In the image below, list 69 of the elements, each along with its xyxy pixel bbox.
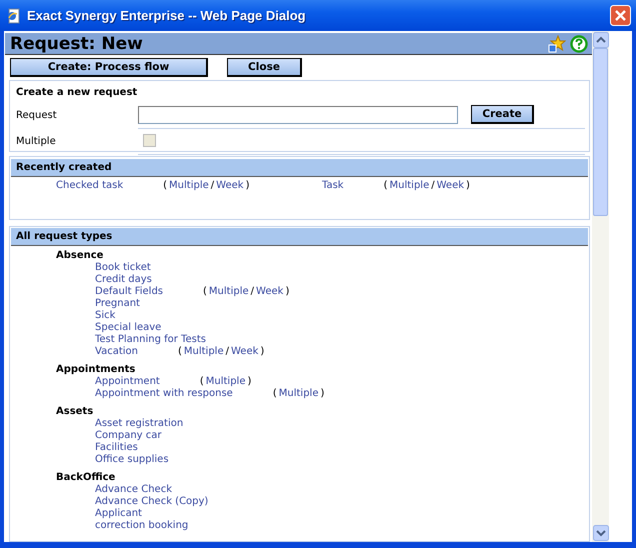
field-label: Multiple [15, 136, 57, 146]
punctuation: ) [247, 376, 252, 388]
scroll-down-icon[interactable] [592, 525, 608, 541]
star-icon[interactable] [548, 34, 566, 52]
help-icon[interactable] [570, 34, 588, 52]
option-link[interactable]: Multiple [278, 388, 318, 400]
create-button[interactable]: Create [471, 105, 534, 124]
option-link[interactable]: Multiple [390, 180, 430, 191]
request-type-link[interactable]: Company car [95, 430, 162, 442]
punctuation: ) [285, 286, 290, 298]
option-link[interactable]: Week [436, 180, 464, 191]
section-heading: Create a new request [15, 86, 138, 100]
request-field[interactable] [138, 106, 458, 124]
punctuation: ( [203, 286, 207, 298]
punctuation: ( [384, 180, 388, 191]
punctuation: ) [260, 346, 264, 358]
scroll-thumb[interactable] [593, 48, 608, 216]
page-title: Request: New [10, 34, 144, 54]
request-type-link[interactable]: Pregnant [95, 298, 140, 310]
option-link[interactable]: Week [256, 286, 284, 298]
punctuation: ( [272, 388, 277, 400]
request-type-link[interactable]: Default Fields [95, 286, 164, 298]
punctuation: ) [320, 388, 324, 400]
option-link[interactable]: Week [216, 180, 244, 191]
request-type-link[interactable]: Applicant [95, 508, 142, 520]
request-type-link[interactable]: Advance Check [95, 484, 172, 496]
punctuation: / [210, 180, 214, 191]
punctuation: ( [200, 376, 204, 388]
scrollbar[interactable] [592, 31, 609, 542]
group-heading: BackOffice [56, 472, 116, 484]
punctuation: ( [163, 180, 168, 191]
toolbar-button[interactable]: Create: Process flow [10, 58, 208, 77]
punctuation: ) [246, 180, 250, 191]
request-type-link[interactable]: Advance Check (Copy) [95, 496, 208, 508]
request-type-link[interactable]: Special leave [95, 322, 162, 334]
section-header: Recently created [11, 159, 588, 177]
group-heading: Assets [56, 406, 94, 418]
scroll-up-icon[interactable] [592, 32, 608, 48]
request-type-link[interactable]: correction booking [95, 520, 188, 532]
option-link[interactable]: Week [231, 346, 258, 358]
group-heading: Appointments [56, 364, 136, 376]
request-type-link[interactable]: Sick [95, 310, 116, 322]
punctuation: ) [466, 180, 470, 191]
request-type-link[interactable]: Appointment with response [95, 388, 233, 400]
request-link[interactable]: Checked task [56, 180, 124, 191]
punctuation: / [226, 346, 229, 358]
punctuation: / [431, 180, 435, 191]
toolbar-button[interactable]: Close [227, 58, 302, 77]
close-icon[interactable] [610, 5, 631, 26]
page-icon [6, 8, 22, 24]
punctuation: / [250, 286, 254, 298]
request-type-link[interactable]: Vacation [95, 346, 138, 358]
request-type-link[interactable]: Book ticket [95, 262, 151, 274]
request-type-link[interactable]: Facilities [95, 442, 138, 454]
request-type-link[interactable]: Test Planning for Tests [95, 334, 206, 346]
request-type-link[interactable]: Credit days [95, 274, 152, 286]
option-link[interactable]: Multiple [169, 180, 209, 191]
request-link[interactable]: Task [322, 180, 344, 191]
field-label: Request [15, 110, 58, 120]
request-type-link[interactable]: Asset registration [95, 418, 184, 430]
request-type-link[interactable]: Appointment [95, 376, 160, 388]
window-title: Exact Synergy Enterprise -- Web Page Dialog [27, 8, 307, 23]
option-link[interactable]: Multiple [208, 286, 249, 298]
group-heading: Absence [56, 250, 104, 262]
section-header: All request types [11, 228, 588, 246]
punctuation: ( [178, 346, 182, 358]
option-link[interactable]: Multiple [184, 346, 224, 358]
request-type-link[interactable]: Office supplies [95, 454, 169, 466]
option-link[interactable]: Multiple [206, 376, 246, 388]
